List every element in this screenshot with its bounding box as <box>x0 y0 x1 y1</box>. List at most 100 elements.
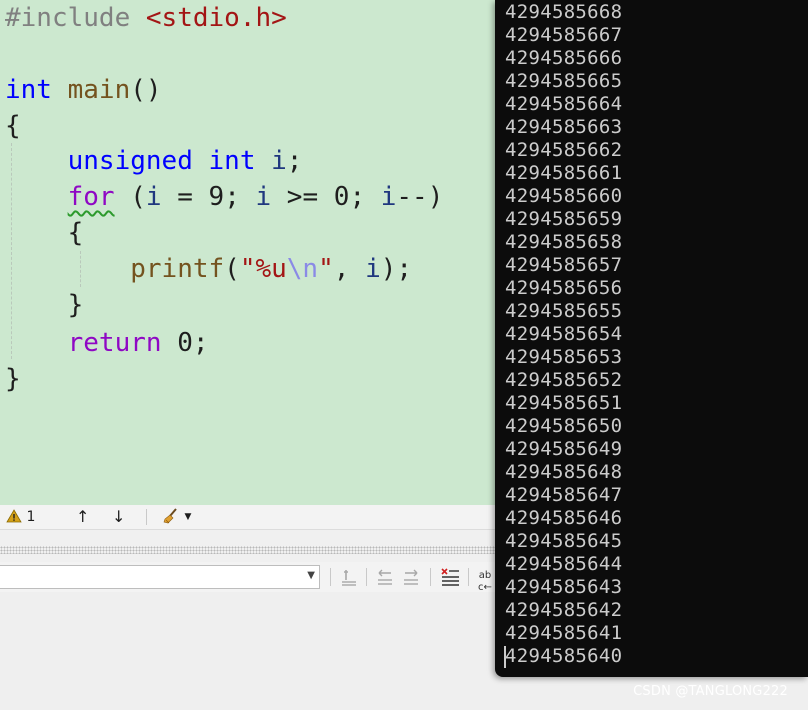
toolbar-divider <box>330 568 331 586</box>
code-token: ; <box>224 182 256 212</box>
console-line: 4294585662 <box>505 139 623 161</box>
watermark: CSDN @TANGLONG222 <box>633 684 788 699</box>
console-line: 4294585666 <box>505 47 623 69</box>
code-token: i <box>365 254 381 284</box>
console-line: 4294585665 <box>505 70 623 92</box>
arrow-up-icon: ↑ <box>76 507 90 526</box>
code-line: int main() <box>5 72 162 108</box>
code-token: 0 <box>177 328 193 358</box>
code-token: ; <box>286 146 303 176</box>
console-line: 4294585653 <box>505 346 623 368</box>
code-token: for <box>67 182 115 212</box>
code-line: } <box>5 287 84 323</box>
previous-button[interactable]: ↑ <box>76 505 89 529</box>
console-line: 4294585644 <box>505 553 623 575</box>
console-line: 4294585646 <box>505 507 623 529</box>
next-message-icon[interactable] <box>400 565 422 589</box>
console-line: 4294585667 <box>505 24 623 46</box>
previous-message-icon <box>378 569 392 585</box>
toolbar-divider <box>430 568 431 586</box>
code-token: \n <box>286 254 319 284</box>
console-line: 4294585661 <box>505 162 623 184</box>
code-token: , <box>333 254 366 284</box>
code-token: <stdio.h> <box>145 3 287 33</box>
code-token: i <box>145 182 162 212</box>
find-message-icon[interactable] <box>338 565 360 589</box>
console-line: 4294585640 <box>505 645 623 667</box>
chevron-down-icon: ▼ <box>307 570 315 581</box>
word-wrap-icon[interactable]: ab c← <box>476 570 494 594</box>
code-token: ); <box>380 254 413 284</box>
console-line: 4294585655 <box>505 300 623 322</box>
console-line: 4294585650 <box>505 415 623 437</box>
code-token: return <box>67 328 162 358</box>
code-line: unsigned int i; <box>5 143 303 179</box>
console-line: 4294585648 <box>505 461 623 483</box>
console-line: 4294585651 <box>505 392 623 414</box>
code-token: = <box>161 182 209 212</box>
code-token: unsigned <box>67 146 193 176</box>
console-line: 4294585663 <box>505 116 623 138</box>
toolbar-divider <box>366 568 367 586</box>
next-button[interactable]: ↓ <box>112 505 125 529</box>
broom-icon <box>163 508 177 524</box>
chevron-down-icon: ▼ <box>184 512 192 522</box>
code-token: { <box>5 111 21 141</box>
toolbar-divider <box>468 568 469 586</box>
code-line: for (i = 9; i >= 0; i--) <box>5 179 444 215</box>
code-token: 0 <box>333 182 350 212</box>
console-line: 4294585658 <box>505 231 623 253</box>
console-window[interactable]: 4294585668 4294585667 4294585666 4294585665… <box>495 0 808 677</box>
code-token: () <box>130 75 162 105</box>
code-token: main <box>67 75 131 105</box>
console-line: 4294585649 <box>505 438 623 460</box>
output-source-select[interactable]: ▼ <box>0 565 320 589</box>
code-token: i <box>271 146 287 176</box>
warning-filter-button[interactable]: 1 <box>6 505 35 529</box>
code-line: { <box>5 108 21 144</box>
clear-all-icon <box>441 568 459 586</box>
code-line: return 0; <box>5 325 209 361</box>
console-line: 4294585664 <box>505 93 623 115</box>
code-token: int <box>208 146 256 176</box>
code-token: } <box>67 290 84 320</box>
code-token: 9 <box>208 182 225 212</box>
cleanup-dropdown-button[interactable]: ▼ <box>162 505 191 529</box>
clear-all-icon[interactable] <box>438 565 462 589</box>
code-token: #include <box>5 3 146 33</box>
code-token: { <box>67 218 84 248</box>
code-line: { <box>5 215 84 251</box>
arrow-down-icon: ↓ <box>112 507 126 526</box>
console-line: 4294585654 <box>505 323 623 345</box>
warning-count: 1 <box>26 509 36 525</box>
warning-triangle-icon <box>6 509 22 523</box>
console-line: 4294585657 <box>505 254 623 276</box>
previous-message-icon[interactable] <box>374 565 396 589</box>
code-token: ; <box>349 182 381 212</box>
code-line: } <box>5 361 21 397</box>
console-line: 4294585668 <box>505 1 623 23</box>
code-token: int <box>5 75 52 105</box>
code-token: --) <box>396 182 444 212</box>
console-line: 4294585645 <box>505 530 623 552</box>
code-token: } <box>5 364 21 394</box>
code-token: ( <box>114 182 146 212</box>
console-line: 4294585643 <box>505 576 623 598</box>
console-line: 4294585641 <box>505 622 623 644</box>
text-cursor <box>504 646 506 668</box>
console-line: 4294585647 <box>505 484 623 506</box>
code-token: "%u <box>239 254 287 284</box>
code-token: printf <box>130 254 225 284</box>
console-line: 4294585660 <box>505 185 623 207</box>
find-message-icon <box>342 570 356 586</box>
console-line: 4294585659 <box>505 208 623 230</box>
console-line: 4294585652 <box>505 369 623 391</box>
